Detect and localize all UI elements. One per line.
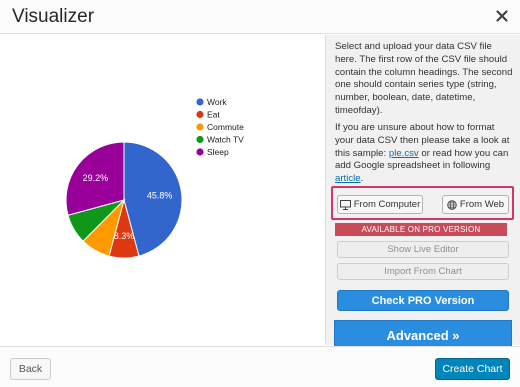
check-pro-version-button[interactable]: Check PRO Version <box>337 290 509 311</box>
legend-label-watch-tv: Watch TV <box>207 135 244 145</box>
sample-csv-link[interactable]: ple.csv <box>389 148 419 159</box>
intro-text: Select and upload your data CSV file her… <box>335 41 513 116</box>
article-link[interactable]: article <box>335 173 361 184</box>
help-text-after: . <box>360 173 364 185</box>
legend-marker-work <box>196 98 204 106</box>
globe-icon <box>447 199 457 210</box>
window-title: Visualizer <box>12 6 95 27</box>
legend-label-work: Work <box>207 97 227 107</box>
computer-icon <box>339 199 351 210</box>
create-chart-button[interactable]: Create Chart <box>435 358 510 380</box>
legend-marker-watch-tv <box>196 135 204 144</box>
slice-label-sleep: 29.2% <box>83 173 109 183</box>
legend-marker-sleep <box>196 148 204 156</box>
from-computer-label: From Computer <box>353 199 421 210</box>
close-icon[interactable] <box>494 8 510 24</box>
legend-label-sleep: Sleep <box>207 147 229 157</box>
legend-marker-eat <box>196 110 204 119</box>
from-computer-button[interactable]: From Computer <box>337 195 423 214</box>
import-from-chart-button[interactable]: Import From Chart <box>337 263 509 280</box>
pro-version-ribbon: AVAILABLE ON PRO VERSION <box>331 223 511 238</box>
slice-label-work: 45.8% <box>147 190 173 200</box>
slice-label-eat: 8.3% <box>114 231 135 241</box>
title-bar: Visualizer <box>0 0 520 34</box>
from-web-button[interactable]: From Web <box>442 195 509 214</box>
from-web-label: From Web <box>459 199 505 210</box>
pie-chart: 45.8% 8.3% 29.2% Work Eat Commute Watch TV Slee… <box>65 97 244 259</box>
show-live-editor-button[interactable]: Show Live Editor <box>337 241 509 258</box>
legend-label-commute: Commute <box>207 122 244 132</box>
chart-preview: 45.8% 8.3% 29.2% Work Eat Commute Watch TV Slee… <box>0 35 324 345</box>
help-text: If you are unsure about how to format yo… <box>335 122 515 186</box>
legend-marker-commute <box>196 123 204 131</box>
legend-label-eat: Eat <box>207 110 220 120</box>
footer-bar: Back Create Chart <box>0 346 520 387</box>
back-button[interactable]: Back <box>10 358 51 380</box>
